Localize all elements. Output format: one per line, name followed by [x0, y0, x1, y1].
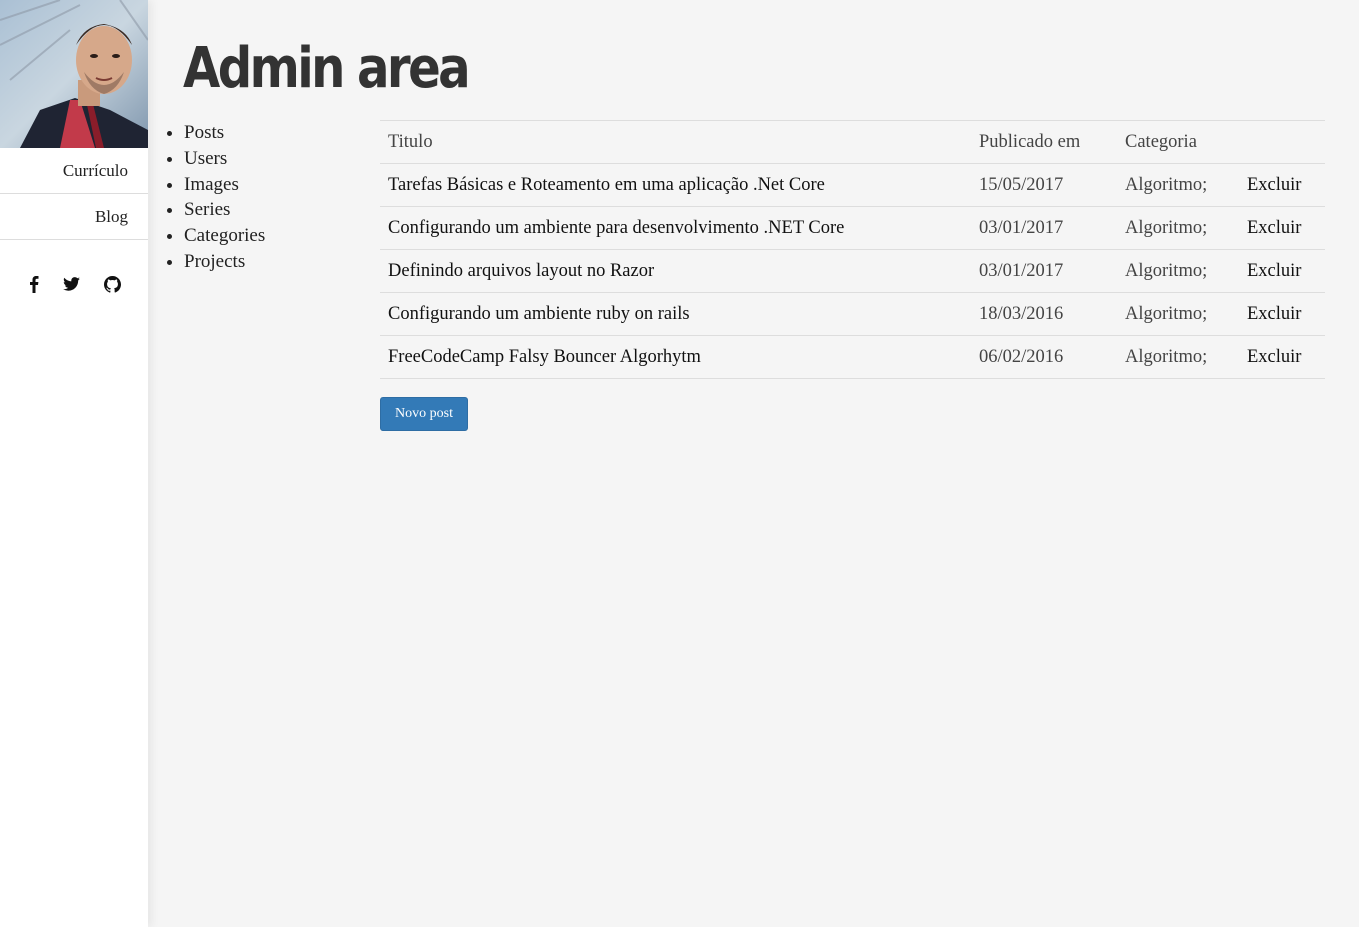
posts-table: Titulo Publicado em Categoria Tarefas Bá… — [380, 120, 1325, 379]
table-row: Tarefas Básicas e Roteamento em uma apli… — [380, 163, 1325, 207]
post-date: 15/05/2017 — [971, 163, 1117, 207]
admin-nav: Posts Users Images Series Categories Pro… — [164, 120, 265, 275]
table-row: Definindo arquivos layout no Razor 03/01… — [380, 249, 1325, 293]
post-date: 18/03/2016 — [971, 292, 1117, 336]
sidebar-link-label: Blog — [94, 207, 128, 226]
post-title-link[interactable]: FreeCodeCamp Falsy Bouncer Algorhytm — [380, 335, 971, 379]
post-title-link[interactable]: Tarefas Básicas e Roteamento em uma apli… — [380, 163, 971, 207]
delete-link[interactable]: Excluir — [1239, 206, 1325, 250]
post-title-link[interactable]: Definindo arquivos layout no Razor — [380, 249, 971, 293]
post-category: Algoritmo; — [1117, 335, 1239, 379]
table-row: FreeCodeCamp Falsy Bouncer Algorhytm 06/… — [380, 335, 1325, 379]
admin-nav-item-users[interactable]: Users — [184, 146, 265, 172]
sidebar-link-label: Currículo — [62, 161, 128, 180]
delete-link[interactable]: Excluir — [1239, 249, 1325, 293]
post-title-link[interactable]: Configurando um ambiente para desenvolvi… — [380, 206, 971, 250]
page-title: Admin area — [183, 36, 471, 101]
facebook-icon[interactable] — [22, 272, 46, 296]
post-category: Algoritmo; — [1117, 292, 1239, 336]
table-row: Configurando um ambiente ruby on rails 1… — [380, 292, 1325, 336]
table-header-row: Titulo Publicado em Categoria — [380, 120, 1325, 164]
post-date: 06/02/2016 — [971, 335, 1117, 379]
admin-nav-item-categories[interactable]: Categories — [184, 223, 265, 249]
sidebar-link-curriculo[interactable]: Currículo — [0, 148, 148, 194]
admin-nav-item-posts[interactable]: Posts — [184, 120, 265, 146]
column-header-title: Titulo — [380, 120, 971, 164]
sidebar: Currículo Blog — [0, 0, 148, 927]
admin-nav-item-images[interactable]: Images — [184, 172, 265, 198]
github-icon[interactable] — [100, 272, 124, 296]
delete-link[interactable]: Excluir — [1239, 292, 1325, 336]
column-header-published: Publicado em — [971, 120, 1117, 164]
post-category: Algoritmo; — [1117, 249, 1239, 293]
delete-link[interactable]: Excluir — [1239, 335, 1325, 379]
sidebar-link-blog[interactable]: Blog — [0, 194, 148, 240]
post-date: 03/01/2017 — [971, 206, 1117, 250]
avatar[interactable] — [0, 0, 148, 148]
post-category: Algoritmo; — [1117, 206, 1239, 250]
new-post-button[interactable]: Novo post — [380, 397, 468, 431]
twitter-icon[interactable] — [59, 272, 83, 296]
post-category: Algoritmo; — [1117, 163, 1239, 207]
table-row: Configurando um ambiente para desenvolvi… — [380, 206, 1325, 250]
column-header-category: Categoria — [1117, 120, 1239, 164]
admin-nav-item-projects[interactable]: Projects — [184, 249, 265, 275]
admin-nav-item-series[interactable]: Series — [184, 197, 265, 223]
delete-link[interactable]: Excluir — [1239, 163, 1325, 207]
column-header-actions — [1239, 120, 1325, 164]
post-date: 03/01/2017 — [971, 249, 1117, 293]
post-title-link[interactable]: Configurando um ambiente ruby on rails — [380, 292, 971, 336]
